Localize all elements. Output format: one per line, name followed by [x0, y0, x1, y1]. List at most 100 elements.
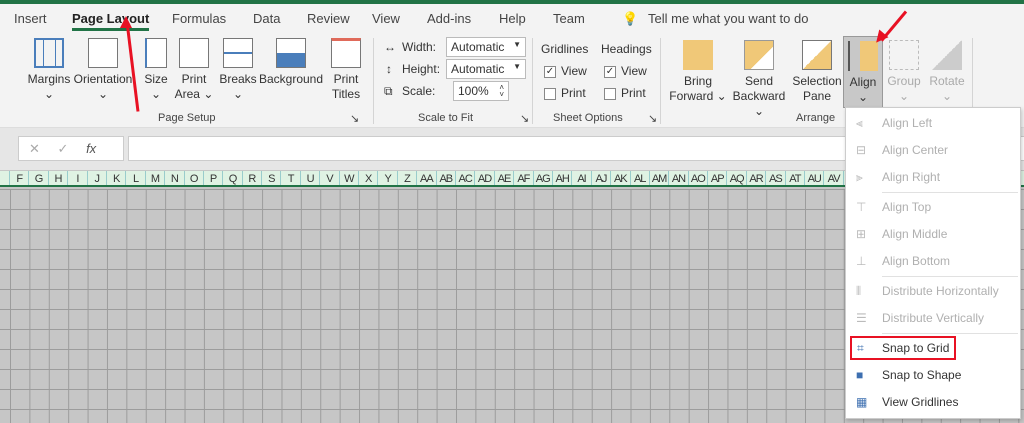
- menu-item-snap-to-grid[interactable]: ⌗ Snap to Grid: [850, 336, 956, 360]
- column-header[interactable]: Y: [378, 171, 398, 185]
- column-header[interactable]: AD: [475, 171, 495, 185]
- column-header[interactable]: R: [243, 171, 263, 185]
- insert-function-icon[interactable]: fx: [86, 141, 96, 156]
- column-header[interactable]: AV: [824, 171, 844, 185]
- tab-insert[interactable]: Insert: [14, 11, 47, 26]
- size-label: Size: [144, 72, 168, 86]
- column-header[interactable]: X: [359, 171, 379, 185]
- scale-icon: ⧉: [384, 84, 393, 98]
- align-button[interactable]: Align ⌄: [843, 36, 883, 108]
- menu-item-align-bottom[interactable]: ⊥ Align Bottom: [846, 249, 1020, 273]
- send-backward-icon: [744, 40, 774, 70]
- menu-item-align-left[interactable]: ⫷ Align Left: [846, 111, 1020, 135]
- selection-pane-label-2: Pane: [802, 89, 832, 103]
- column-header[interactable]: AH: [553, 171, 573, 185]
- headings-print-checkbox[interactable]: Print: [604, 86, 646, 100]
- column-header[interactable]: J: [88, 171, 107, 185]
- tab-team[interactable]: Team: [553, 11, 585, 26]
- column-header[interactable]: AS: [766, 171, 786, 185]
- column-header[interactable]: O: [185, 171, 204, 185]
- column-header[interactable]: P: [204, 171, 224, 185]
- column-header[interactable]: M: [146, 171, 166, 185]
- menu-item-align-right[interactable]: ⫸ Align Right: [846, 165, 1020, 189]
- gridlines-print-checkbox[interactable]: Print: [544, 86, 586, 100]
- column-header[interactable]: K: [107, 171, 127, 185]
- column-header[interactable]: AT: [786, 171, 806, 185]
- menu-item-snap-to-shape[interactable]: ■ Snap to Shape: [846, 363, 1020, 387]
- column-header[interactable]: L: [126, 171, 146, 185]
- column-header[interactable]: AQ: [727, 171, 747, 185]
- menu-item-label: Distribute Vertically: [882, 311, 985, 325]
- column-header[interactable]: AP: [708, 171, 728, 185]
- column-header[interactable]: AA: [417, 171, 437, 185]
- column-header[interactable]: G: [29, 171, 49, 185]
- column-header[interactable]: AL: [631, 171, 650, 185]
- column-header[interactable]: Z: [398, 171, 418, 185]
- print-area-button[interactable]: Print Area ⌄: [174, 38, 214, 102]
- tab-review[interactable]: Review: [307, 11, 350, 26]
- tab-help[interactable]: Help: [499, 11, 526, 26]
- column-header[interactable]: AJ: [592, 171, 612, 185]
- column-header[interactable]: AI: [572, 171, 592, 185]
- breaks-button[interactable]: Breaks ⌄: [218, 38, 258, 102]
- column-header[interactable]: AC: [456, 171, 476, 185]
- gridlines-view-checkbox[interactable]: ✓ View: [544, 64, 587, 78]
- column-header[interactable]: AF: [514, 171, 534, 185]
- height-dropdown[interactable]: Automatic ▼: [446, 59, 526, 79]
- column-header[interactable]: U: [301, 171, 321, 185]
- margins-button[interactable]: Margins ⌄: [24, 38, 74, 102]
- enter-icon[interactable]: ✓: [58, 141, 69, 156]
- column-header[interactable]: F: [10, 171, 30, 185]
- tell-me-search[interactable]: Tell me what you want to do: [648, 11, 808, 26]
- column-header[interactable]: N: [165, 171, 185, 185]
- column-header[interactable]: Q: [223, 171, 243, 185]
- menu-item-label: Align Bottom: [882, 254, 951, 268]
- column-header[interactable]: I: [68, 171, 88, 185]
- column-header[interactable]: AG: [534, 171, 553, 185]
- column-header[interactable]: W: [340, 171, 360, 185]
- column-header[interactable]: V: [320, 171, 340, 185]
- scale-launcher-icon[interactable]: ↘: [520, 112, 529, 125]
- column-header[interactable]: T: [281, 171, 301, 185]
- column-header[interactable]: AK: [611, 171, 631, 185]
- menu-item-label: Snap to Grid: [882, 341, 950, 355]
- background-button[interactable]: Background: [258, 38, 324, 87]
- menu-item-align-top[interactable]: ⊤ Align Top: [846, 195, 1020, 219]
- size-button[interactable]: Size ⌄: [140, 38, 172, 102]
- tab-add-ins[interactable]: Add-ins: [427, 11, 471, 26]
- orientation-button[interactable]: Orientation ⌄: [72, 38, 134, 102]
- cancel-icon[interactable]: ✕: [29, 141, 40, 156]
- column-header[interactable]: H: [49, 171, 69, 185]
- width-dropdown[interactable]: Automatic ▼: [446, 37, 526, 57]
- tab-view[interactable]: View: [372, 11, 400, 26]
- column-header[interactable]: AU: [805, 171, 825, 185]
- send-backward-button[interactable]: Send Backward ⌄: [726, 40, 792, 119]
- divider: [373, 38, 374, 124]
- rotate-button[interactable]: Rotate ⌄: [924, 40, 970, 104]
- page-setup-launcher-icon[interactable]: ↘: [350, 112, 359, 125]
- column-header[interactable]: AN: [669, 171, 689, 185]
- tab-page-layout[interactable]: Page Layout: [72, 11, 150, 31]
- selection-pane-button[interactable]: Selection Pane: [790, 40, 844, 104]
- menu-item-align-center[interactable]: ⊟ Align Center: [846, 138, 1020, 162]
- menu-item-align-middle[interactable]: ⊞ Align Middle: [846, 222, 1020, 246]
- column-header[interactable]: S: [262, 171, 282, 185]
- menu-item-distribute-horizontally[interactable]: ⫴ Distribute Horizontally: [846, 279, 1020, 303]
- bring-forward-button[interactable]: Bring Forward ⌄: [668, 40, 728, 104]
- headings-view-checkbox[interactable]: ✓ View: [604, 64, 647, 78]
- send-backward-label-2: Backward: [732, 89, 786, 103]
- headings-view-label: View: [621, 64, 647, 78]
- column-header[interactable]: AB: [437, 171, 456, 185]
- scale-spinner[interactable]: 100% ˄ ˅: [453, 81, 509, 101]
- menu-item-view-gridlines[interactable]: ▦ View Gridlines: [846, 390, 1020, 414]
- column-header[interactable]: AO: [689, 171, 709, 185]
- print-titles-button[interactable]: Print Titles: [326, 38, 366, 102]
- sheet-options-launcher-icon[interactable]: ↘: [648, 112, 657, 125]
- menu-item-distribute-vertically[interactable]: ☰ Distribute Vertically: [846, 306, 1020, 330]
- tab-formulas[interactable]: Formulas: [172, 11, 226, 26]
- column-header[interactable]: AE: [495, 171, 515, 185]
- column-header[interactable]: AR: [747, 171, 767, 185]
- column-header[interactable]: AM: [650, 171, 670, 185]
- tab-data[interactable]: Data: [253, 11, 280, 26]
- group-button[interactable]: Group ⌄: [884, 40, 924, 104]
